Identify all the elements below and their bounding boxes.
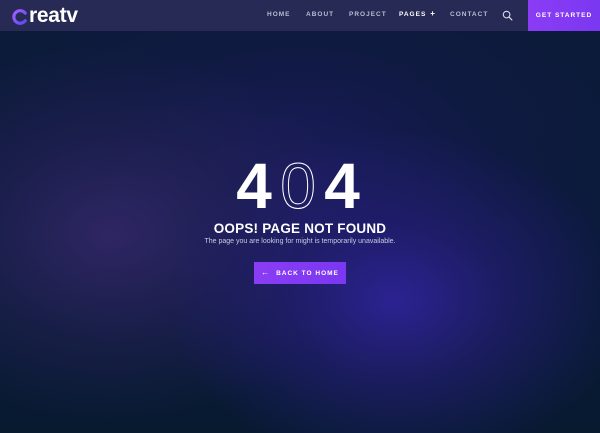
nav-about[interactable]: ABOUT — [306, 11, 334, 18]
back-to-home-button[interactable]: ← BACK TO HOME — [254, 262, 346, 284]
site-header: reatv HOME ABOUT PROJECT PAGES + CONTACT … — [0, 0, 600, 31]
logo-c-icon — [12, 8, 27, 25]
arrow-left-icon: ← — [261, 268, 271, 277]
plus-icon: + — [430, 9, 436, 18]
logo-text: reatv — [29, 4, 78, 27]
error-code-digit-3: 4 — [324, 150, 360, 220]
nav-home[interactable]: HOME — [267, 11, 291, 18]
error-subtitle: The page you are looking for might is te… — [204, 238, 396, 245]
error-title: OOPS! PAGE NOT FOUND — [213, 221, 387, 236]
nav-contact[interactable]: CONTACT — [450, 11, 488, 18]
nav-pages[interactable]: PAGES + — [399, 9, 436, 19]
back-to-home-label: BACK TO HOME — [276, 269, 339, 277]
nav-project[interactable]: PROJECT — [349, 11, 387, 18]
get-started-button[interactable]: GET STARTED — [528, 0, 600, 31]
error-code-graphic: 4 0 4 — [236, 150, 360, 220]
search-icon[interactable] — [502, 10, 513, 21]
error-code: 4 0 4 — [0, 150, 600, 220]
site-logo[interactable]: reatv — [12, 4, 78, 28]
error-code-digit-2: 0 — [280, 150, 316, 220]
error-page: reatv HOME ABOUT PROJECT PAGES + CONTACT … — [0, 0, 600, 433]
error-code-digit-1: 4 — [236, 150, 272, 220]
nav-pages-label: PAGES — [399, 11, 427, 18]
